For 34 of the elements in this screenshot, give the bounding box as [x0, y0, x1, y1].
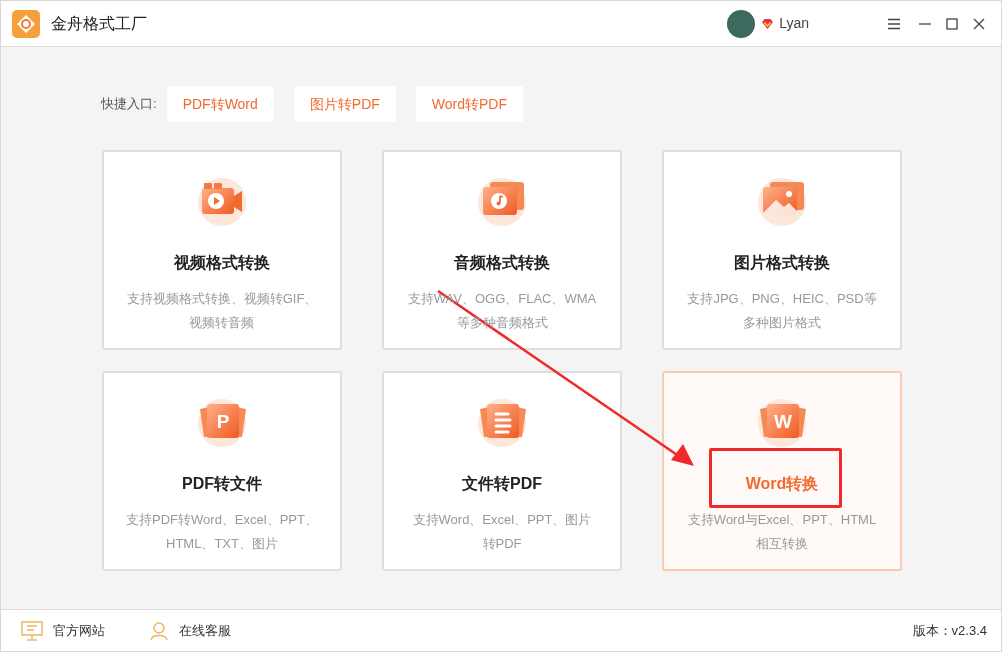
card-description: 支持JPG、PNG、HEIC、PSD等 [687, 290, 877, 308]
user-name[interactable]: Lyan [779, 13, 809, 34]
card-title: PDF转文件 [182, 474, 262, 494]
person-icon [149, 620, 169, 641]
card-title: Word转换 [745, 474, 819, 494]
close-icon[interactable] [973, 17, 985, 30]
window-title: 金舟格式工厂 [51, 13, 147, 34]
card-title: 文件转PDF [462, 474, 542, 494]
monitor-icon [21, 620, 43, 641]
maximize-icon[interactable] [946, 17, 958, 30]
menu-icon[interactable] [887, 17, 901, 30]
card-title: 音频格式转换 [454, 253, 550, 273]
feature-card[interactable]: P PDF转文件 支持PDF转Word、Excel、PPT、 HTML、TXT、图片 [102, 371, 342, 571]
card-description: 支持Word与Excel、PPT、HTML [687, 511, 877, 529]
footer-link[interactable]: 官方网站 [53, 620, 105, 641]
card-description: 视频转音频 [189, 314, 255, 332]
card-description: 多种图片格式 [743, 314, 821, 332]
card-title: 图片格式转换 [734, 253, 830, 273]
card-title: 视频格式转换 [174, 253, 270, 273]
feature-card[interactable]: 文件转PDF 支持Word、Excel、PPT、图片 转PDF [382, 371, 622, 571]
card-description: 支持PDF转Word、Excel、PPT、 [126, 511, 318, 529]
feature-card[interactable]: 图片格式转换 支持JPG、PNG、HEIC、PSD等 多种图片格式 [662, 150, 902, 350]
card-description: 相互转换 [756, 535, 808, 553]
card-description: HTML、TXT、图片 [166, 535, 278, 553]
version-label: 版本：v2.3.4 [912, 621, 987, 640]
avatar[interactable] [727, 9, 756, 38]
feature-card[interactable]: 视频格式转换 支持视频格式转换、视频转GIF、 视频转音频 [102, 150, 342, 350]
quick-entry-label: 快捷入口: [101, 95, 157, 114]
footer-link[interactable]: 在线客服 [179, 620, 231, 641]
diamond-icon [761, 17, 775, 30]
card-description: 转PDF [482, 535, 522, 553]
card-description: 支持视频格式转换、视频转GIF、 [126, 290, 318, 308]
app-logo-icon [12, 9, 40, 38]
card-description: 支持Word、Excel、PPT、图片 [412, 511, 592, 529]
